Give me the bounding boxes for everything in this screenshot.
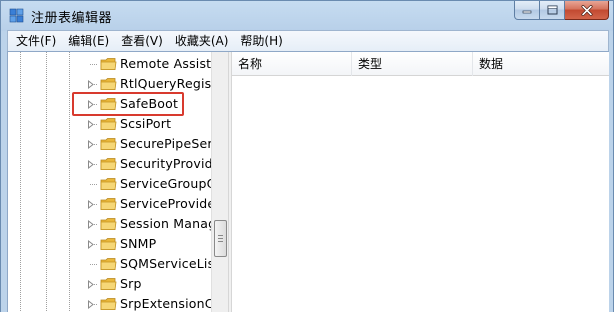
menu-file[interactable]: 文件(F)	[10, 32, 62, 51]
tree-node[interactable]: SrpExtensionCo	[8, 294, 211, 312]
folder-icon	[100, 217, 117, 231]
expand-arrow-icon[interactable]	[86, 200, 95, 209]
column-header-type[interactable]: 类型	[352, 52, 473, 76]
tree-node-label: ScsiPort	[120, 116, 172, 131]
tree-node-label: ServiceGroupO	[120, 176, 211, 191]
thumb-grip	[218, 241, 223, 242]
close-button[interactable]	[565, 1, 609, 20]
tree-node[interactable]: SecurityProvide	[8, 154, 211, 174]
safeboot-highlight-box	[72, 92, 184, 116]
folder-icon	[100, 157, 117, 171]
tree-connector	[90, 184, 98, 185]
column-header-data[interactable]: 数据	[473, 52, 609, 76]
tree-node[interactable]: SNMP	[8, 234, 211, 254]
folder-icon	[100, 77, 117, 91]
tree-node[interactable]: Remote Assista	[8, 54, 211, 74]
tree-node-label: SecurityProvide	[120, 156, 211, 171]
tree-node-label: SrpExtensionCo	[120, 296, 211, 311]
expand-arrow-icon[interactable]	[86, 120, 95, 129]
tree-connector	[90, 264, 98, 265]
values-list[interactable]: 名称 类型 数据	[232, 52, 609, 312]
minimize-button[interactable]	[514, 1, 540, 20]
registry-editor-window: 注册表编辑器 文件(F) 编辑(E) 查看(V) 收藏夹(A) 帮助(H) Re…	[0, 0, 614, 312]
column-header-name[interactable]: 名称	[232, 52, 352, 76]
maximize-icon	[547, 5, 557, 15]
tree-node-label: SQMServiceList	[120, 256, 211, 271]
tree-node[interactable]: SecurePipeServ	[8, 134, 211, 154]
menu-favorites[interactable]: 收藏夹(A)	[169, 32, 235, 51]
folder-icon	[100, 237, 117, 251]
tree-node-label: Remote Assista	[120, 56, 211, 71]
tree-node[interactable]: Srp	[8, 274, 211, 294]
tree-node-label: RtlQueryRegist	[120, 76, 211, 91]
minimize-icon	[522, 10, 532, 14]
tree-node-label: SecurePipeServ	[120, 136, 211, 151]
folder-icon	[100, 277, 117, 291]
expand-arrow-icon[interactable]	[86, 80, 95, 89]
folder-icon	[100, 177, 117, 191]
tree-node[interactable]: RtlQueryRegist	[8, 74, 211, 94]
folder-icon	[100, 257, 117, 271]
maximize-button[interactable]	[540, 1, 565, 20]
tree-node-label: Session Manag	[120, 216, 211, 231]
tree-node[interactable]: ServiceProvider	[8, 194, 211, 214]
window-title: 注册表编辑器	[31, 11, 113, 26]
folder-icon	[100, 137, 117, 151]
expand-arrow-icon[interactable]	[86, 280, 95, 289]
expand-arrow-icon[interactable]	[86, 220, 95, 229]
menu-help[interactable]: 帮助(H)	[234, 32, 288, 51]
menu-bar: 文件(F) 编辑(E) 查看(V) 收藏夹(A) 帮助(H)	[7, 30, 609, 51]
folder-icon	[100, 197, 117, 211]
registry-tree[interactable]: Remote Assista RtlQueryRegist SafeBoot Scsi…	[8, 52, 211, 312]
list-header: 名称 类型 数据	[232, 52, 609, 76]
tree-node[interactable]: Session Manag	[8, 214, 211, 234]
menu-view[interactable]: 查看(V)	[115, 32, 169, 51]
main-content: Remote Assista RtlQueryRegist SafeBoot Scsi…	[7, 51, 609, 312]
title-bar[interactable]: 注册表编辑器	[1, 1, 613, 30]
tree-vertical-scrollbar[interactable]	[211, 52, 228, 312]
tree-node[interactable]: SQMServiceList	[8, 254, 211, 274]
folder-icon	[100, 57, 117, 71]
tree-node-label: Srp	[120, 276, 142, 291]
thumb-grip	[218, 238, 223, 239]
tree-node[interactable]: ScsiPort	[8, 114, 211, 134]
thumb-grip	[218, 235, 223, 236]
tree-node-label: ServiceProvider	[120, 196, 211, 211]
scrollbar-thumb[interactable]	[214, 220, 227, 257]
expand-arrow-icon[interactable]	[86, 300, 95, 309]
tree-node-label: SNMP	[120, 236, 157, 251]
close-icon	[581, 4, 592, 16]
folder-icon	[100, 297, 117, 311]
tree-node[interactable]: ServiceGroupO	[8, 174, 211, 194]
tree-connector	[90, 64, 98, 65]
caption-buttons	[514, 1, 609, 21]
menu-edit[interactable]: 编辑(E)	[62, 32, 115, 51]
expand-arrow-icon[interactable]	[86, 140, 95, 149]
regedit-icon	[9, 8, 24, 23]
expand-arrow-icon[interactable]	[86, 240, 95, 249]
expand-arrow-icon[interactable]	[86, 160, 95, 169]
folder-icon	[100, 117, 117, 131]
